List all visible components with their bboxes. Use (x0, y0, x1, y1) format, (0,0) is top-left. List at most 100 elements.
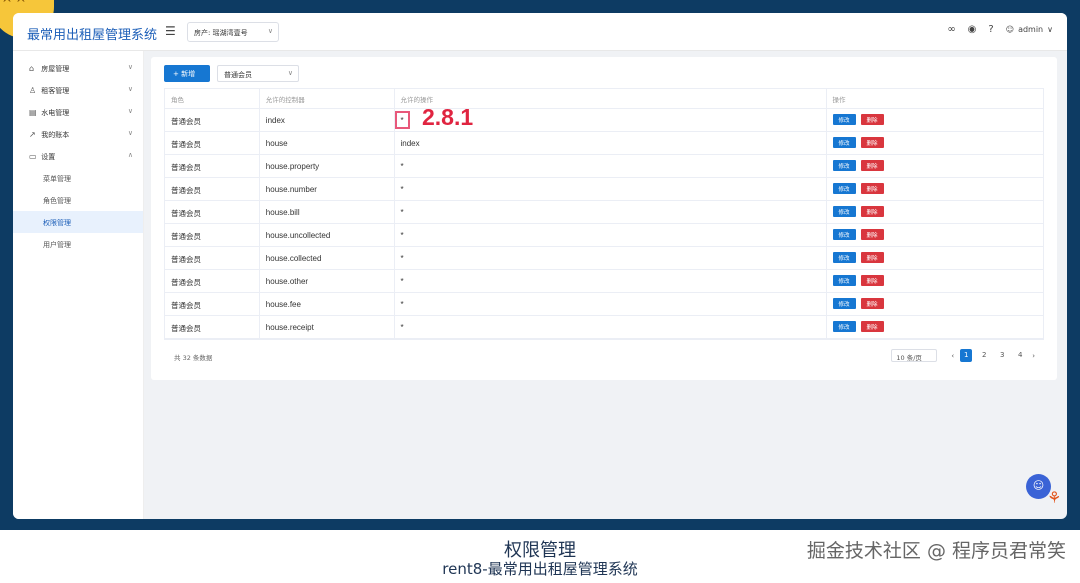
property-select[interactable]: 房产: 瑶湖湾壹号 ∨ (187, 22, 279, 42)
prev-page-icon[interactable]: ‹ (951, 352, 954, 360)
controller-cell: house.uncollected (260, 224, 395, 246)
sidebar-item-utility[interactable]: ▤ 水电管理 ∨ (13, 101, 143, 123)
property-label: 房产: (194, 29, 211, 37)
controller-cell: house.receipt (260, 316, 395, 338)
github-icon[interactable]: ◉ (968, 24, 977, 35)
operation-cell: 修改 删除 (827, 109, 1044, 131)
home-icon: ⌂ (29, 64, 35, 73)
link-icon[interactable]: ∞ (947, 24, 955, 35)
operation-cell: 修改 删除 (827, 224, 1044, 246)
action-cell: * (395, 224, 827, 246)
user-name: admin (1018, 25, 1044, 34)
role-cell: 普通会员 (165, 155, 260, 177)
top-header: 最常用出租屋管理系统 ☰ 房产: 瑶湖湾壹号 ∨ ∞ ◉ ? ☺ admin ∨ (13, 13, 1067, 51)
user-menu[interactable]: ☺ admin ∨ (1006, 25, 1053, 34)
property-value: 瑶湖湾壹号 (212, 29, 248, 37)
role-cell: 普通会员 (165, 132, 260, 154)
sidebar: ⌂ 房屋管理 ∨ ♙ 租客管理 ∨ ▤ 水电管理 ∨ ↗ 我的账本 ∨ ▭ 设置… (13, 51, 144, 519)
controller-cell: house.property (260, 155, 395, 177)
delete-button[interactable]: 删除 (860, 229, 884, 240)
sidebar-item-label: 房屋管理 (41, 65, 70, 73)
sidebar-item-ledger[interactable]: ↗ 我的账本 ∨ (13, 123, 143, 145)
submenu-item-menu[interactable]: 菜单管理 (13, 167, 143, 189)
app-title[interactable]: 最常用出租屋管理系统 (27, 24, 157, 43)
table-row: 普通会员 house.other * 修改 删除 (165, 270, 1043, 293)
edit-button[interactable]: 修改 (832, 275, 856, 286)
controller-cell: house.collected (260, 247, 395, 269)
table-row: 普通会员 house.number * 修改 删除 (165, 178, 1043, 201)
sidebar-item-label: 设置 (41, 153, 56, 161)
controller-cell: house.bill (260, 201, 395, 223)
delete-button[interactable]: 删除 (860, 275, 884, 286)
role-cell: 普通会员 (165, 201, 260, 223)
page-button[interactable]: 1 (960, 349, 973, 362)
submenu-item-user[interactable]: 用户管理 (13, 233, 143, 255)
new-button[interactable]: + 新增 (164, 65, 210, 82)
delete-button[interactable]: 删除 (860, 321, 884, 332)
next-page-icon[interactable]: › (1032, 352, 1035, 360)
controller-cell: house.fee (260, 293, 395, 315)
action-cell: * (395, 293, 827, 315)
settings-icon: ▭ (29, 152, 37, 161)
edit-button[interactable]: 修改 (832, 252, 856, 263)
plus-icon: + (173, 70, 179, 78)
column-header: 操作 (832, 96, 846, 104)
page-button[interactable]: 3 (996, 349, 1008, 362)
action-cell: * (395, 201, 827, 223)
delete-button[interactable]: 删除 (860, 137, 884, 148)
role-cell: 普通会员 (165, 293, 260, 315)
delete-button[interactable]: 删除 (860, 160, 884, 171)
sidebar-item-tenant[interactable]: ♙ 租客管理 ∨ (13, 79, 143, 101)
operation-cell: 修改 删除 (827, 247, 1044, 269)
controller-cell: house (260, 132, 395, 154)
tulip-icon: ⚘ (1047, 488, 1062, 507)
watermark: 掘金技术社区 @ 程序员君常笑 (806, 540, 1066, 562)
sidebar-item-label: 水电管理 (41, 109, 70, 117)
operation-cell: 修改 删除 (827, 270, 1044, 292)
action-cell: * (395, 270, 827, 292)
action-cell: * (395, 316, 827, 338)
chevron-down-icon: ∨ (267, 27, 273, 35)
page-button[interactable]: 2 (978, 349, 990, 362)
table-row: 普通会员 house index 修改 删除 (165, 132, 1043, 155)
meter-icon: ▤ (29, 108, 37, 117)
delete-button[interactable]: 删除 (860, 252, 884, 263)
table-header: 角色 允许的控制器 允许的操作 操作 (165, 89, 1043, 109)
edit-button[interactable]: 修改 (832, 114, 856, 125)
action-cell: * (395, 178, 827, 200)
sidebar-item-label: 租客管理 (41, 87, 70, 95)
edit-button[interactable]: 修改 (832, 183, 856, 194)
edit-button[interactable]: 修改 (832, 229, 856, 240)
edit-button[interactable]: 修改 (832, 206, 856, 217)
edit-button[interactable]: 修改 (832, 298, 856, 309)
delete-button[interactable]: 删除 (860, 183, 884, 194)
edit-button[interactable]: 修改 (832, 160, 856, 171)
role-cell: 普通会员 (165, 270, 260, 292)
role-cell: 普通会员 (165, 316, 260, 338)
controller-cell: house.number (260, 178, 395, 200)
sidebar-item-house[interactable]: ⌂ 房屋管理 ∨ (13, 57, 143, 79)
edit-button[interactable]: 修改 (832, 321, 856, 332)
page-size-select[interactable]: 10 条/页 (891, 349, 938, 362)
page-button[interactable]: 4 (1014, 349, 1026, 362)
delete-button[interactable]: 删除 (860, 206, 884, 217)
role-select[interactable]: 普通会员 ∨ (217, 65, 299, 82)
delete-button[interactable]: 删除 (860, 114, 884, 125)
total-count: 共 32 条数据 (174, 354, 213, 362)
operation-cell: 修改 删除 (827, 178, 1044, 200)
operation-cell: 修改 删除 (827, 293, 1044, 315)
help-icon[interactable]: ? (988, 24, 993, 35)
role-cell: 普通会员 (165, 109, 260, 131)
sidebar-item-settings[interactable]: ▭ 设置 ∧ (13, 145, 143, 167)
menu-toggle-icon[interactable]: ☰ (165, 24, 176, 38)
submenu-item-permission[interactable]: 权限管理 (13, 211, 143, 233)
operation-cell: 修改 删除 (827, 155, 1044, 177)
chevron-down-icon: ∨ (127, 129, 133, 137)
edit-button[interactable]: 修改 (832, 137, 856, 148)
column-header: 角色 (165, 89, 260, 108)
delete-button[interactable]: 删除 (860, 298, 884, 309)
controller-cell: index (260, 109, 395, 131)
submenu-item-role[interactable]: 角色管理 (13, 189, 143, 211)
action-cell: * (395, 247, 827, 269)
table-row: 普通会员 house.bill * 修改 删除 (165, 201, 1043, 224)
